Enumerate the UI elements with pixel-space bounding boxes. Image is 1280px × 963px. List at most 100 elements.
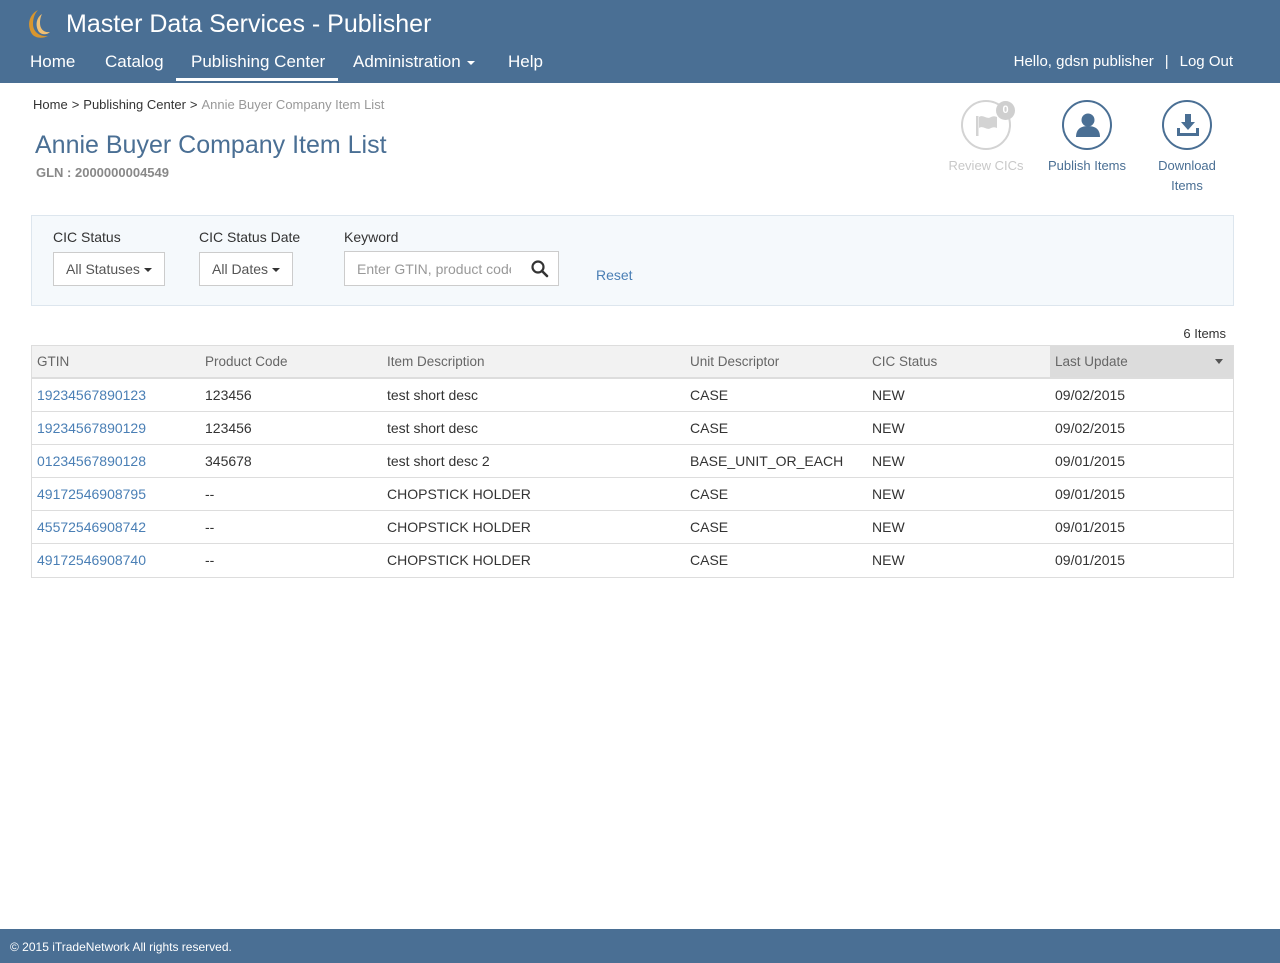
column-header-last-update-label: Last Update bbox=[1055, 354, 1128, 369]
unit-descriptor-cell: CASE bbox=[690, 486, 729, 502]
page-title: Annie Buyer Company Item List bbox=[35, 131, 387, 159]
item-count: 6 Items bbox=[1183, 326, 1226, 341]
breadcrumb-separator: > bbox=[189, 97, 198, 112]
breadcrumb-separator: > bbox=[71, 97, 80, 112]
user-separator: | bbox=[1164, 53, 1169, 70]
reset-link[interactable]: Reset bbox=[596, 267, 633, 283]
last-update-cell: 09/01/2015 bbox=[1055, 519, 1126, 535]
column-header-unit-descriptor[interactable]: Unit Descriptor bbox=[690, 346, 779, 377]
breadcrumb: Home > Publishing Center > Annie Buyer Compa… bbox=[33, 97, 384, 112]
keyword-search-box bbox=[344, 251, 559, 286]
cic-status-label: CIC Status bbox=[53, 229, 121, 245]
keyword-label: Keyword bbox=[344, 229, 399, 245]
active-nav-underline bbox=[176, 78, 338, 81]
table-row: 19234567890129 123456 test short desc CA… bbox=[32, 412, 1233, 445]
last-update-cell: 09/01/2015 bbox=[1055, 486, 1126, 502]
item-description-cell: test short desc 2 bbox=[387, 453, 490, 469]
gtin-link[interactable]: 19234567890123 bbox=[37, 379, 146, 411]
product-code-cell: -- bbox=[205, 486, 215, 502]
page-footer: © 2015 iTradeNetwork All rights reserved… bbox=[0, 929, 1280, 963]
nav-home[interactable]: Home bbox=[30, 52, 75, 72]
gtin-link[interactable]: 49172546908740 bbox=[37, 544, 146, 576]
last-update-cell: 09/01/2015 bbox=[1055, 453, 1126, 469]
table-header: GTIN Product Code Item Description Unit … bbox=[32, 346, 1233, 379]
publish-items-label: Publish Items bbox=[1047, 158, 1127, 173]
table-row: 49172546908795 -- CHOPSTICK HOLDER CASE … bbox=[32, 478, 1233, 511]
user-area: Hello, gdsn publisher | Log Out bbox=[1014, 53, 1233, 70]
filter-panel: CIC Status All Statuses CIC Status Date … bbox=[31, 215, 1234, 306]
product-code-cell: -- bbox=[205, 552, 215, 568]
column-header-product-code[interactable]: Product Code bbox=[205, 346, 288, 377]
cic-status-cell: NEW bbox=[872, 552, 905, 568]
nav-help[interactable]: Help bbox=[508, 52, 543, 72]
download-icon bbox=[1177, 114, 1199, 136]
unit-descriptor-cell: CASE bbox=[690, 387, 729, 403]
cic-status-cell: NEW bbox=[872, 420, 905, 436]
gtin-link[interactable]: 19234567890129 bbox=[37, 412, 146, 444]
review-cics-label: Review CICs bbox=[948, 158, 1024, 173]
person-icon bbox=[1076, 113, 1100, 137]
publish-items-button[interactable]: Publish Items bbox=[1042, 100, 1132, 176]
nav-administration-label: Administration bbox=[353, 52, 461, 71]
download-items-button[interactable]: Download Items bbox=[1142, 100, 1232, 196]
copyright-text: © 2015 iTradeNetwork All rights reserved… bbox=[10, 940, 232, 954]
cic-status-date-label: CIC Status Date bbox=[199, 229, 301, 245]
gtin-link[interactable]: 01234567890128 bbox=[37, 445, 146, 477]
table-row: 49172546908740 -- CHOPSTICK HOLDER CASE … bbox=[32, 544, 1233, 577]
item-description-cell: test short desc bbox=[387, 387, 479, 403]
download-label-line1: Download bbox=[1158, 158, 1216, 173]
column-header-gtin[interactable]: GTIN bbox=[37, 346, 69, 377]
column-header-item-description[interactable]: Item Description bbox=[387, 346, 485, 377]
item-description-cell: test short desc bbox=[387, 420, 479, 436]
last-update-cell: 09/02/2015 bbox=[1055, 387, 1126, 403]
breadcrumb-publishing-center[interactable]: Publishing Center bbox=[83, 97, 186, 112]
flag-icon bbox=[976, 116, 997, 136]
swirl-logo-icon[interactable] bbox=[24, 8, 52, 40]
chevron-down-icon bbox=[143, 268, 152, 273]
nav-publishing-center[interactable]: Publishing Center bbox=[191, 52, 325, 72]
gtin-link[interactable]: 45572546908742 bbox=[37, 511, 146, 543]
cic-status-date-dropdown[interactable]: All Dates bbox=[199, 252, 294, 286]
breadcrumb-home[interactable]: Home bbox=[33, 97, 68, 112]
chevron-down-icon bbox=[466, 60, 475, 65]
cic-status-date-value: All Dates bbox=[212, 261, 269, 277]
chevron-down-icon bbox=[272, 268, 281, 273]
user-greeting: Hello, gdsn publisher bbox=[1013, 53, 1154, 70]
unit-descriptor-cell: BASE_UNIT_OR_EACH bbox=[690, 453, 844, 469]
download-items-circle bbox=[1162, 100, 1212, 150]
unit-descriptor-cell: CASE bbox=[690, 420, 729, 436]
product-code-cell: 123456 bbox=[205, 387, 252, 403]
cic-status-cell: NEW bbox=[872, 486, 905, 502]
table-row: 19234567890123 123456 test short desc CA… bbox=[32, 379, 1233, 412]
review-cics-button[interactable]: 0 Review CICs bbox=[941, 100, 1031, 176]
app-title: Master Data Services - Publisher bbox=[66, 10, 432, 38]
cic-status-cell: NEW bbox=[872, 387, 905, 403]
main-nav: Home Catalog Publishing Center Administr… bbox=[0, 44, 1280, 83]
cic-status-cell: NEW bbox=[872, 453, 905, 469]
sort-descending-icon bbox=[1215, 359, 1223, 364]
nav-administration[interactable]: Administration bbox=[353, 52, 475, 72]
breadcrumb-current: Annie Buyer Company Item List bbox=[201, 97, 385, 112]
keyword-input[interactable] bbox=[345, 252, 523, 285]
top-header: Master Data Services - Publisher Home Ca… bbox=[0, 0, 1280, 83]
item-description-cell: CHOPSTICK HOLDER bbox=[387, 519, 531, 535]
logout-link[interactable]: Log Out bbox=[1180, 53, 1233, 70]
table-row: 01234567890128 345678 test short desc 2 … bbox=[32, 445, 1233, 478]
column-header-cic-status[interactable]: CIC Status bbox=[872, 346, 937, 377]
cic-status-cell: NEW bbox=[872, 519, 905, 535]
review-cics-circle: 0 bbox=[961, 100, 1015, 150]
cic-status-value: All Statuses bbox=[66, 261, 140, 277]
product-code-cell: 123456 bbox=[205, 420, 252, 436]
download-items-label: Download Items bbox=[1142, 156, 1232, 196]
column-header-last-update[interactable]: Last Update bbox=[1050, 346, 1233, 377]
item-table: GTIN Product Code Item Description Unit … bbox=[31, 345, 1234, 578]
review-cics-badge: 0 bbox=[996, 101, 1015, 120]
gtin-link[interactable]: 49172546908795 bbox=[37, 478, 146, 510]
product-code-cell: -- bbox=[205, 519, 215, 535]
cic-status-dropdown[interactable]: All Statuses bbox=[53, 252, 165, 286]
search-icon[interactable] bbox=[530, 259, 550, 279]
download-label-line2: Items bbox=[1171, 178, 1203, 193]
item-description-cell: CHOPSTICK HOLDER bbox=[387, 486, 531, 502]
nav-catalog[interactable]: Catalog bbox=[105, 52, 164, 72]
unit-descriptor-cell: CASE bbox=[690, 519, 729, 535]
